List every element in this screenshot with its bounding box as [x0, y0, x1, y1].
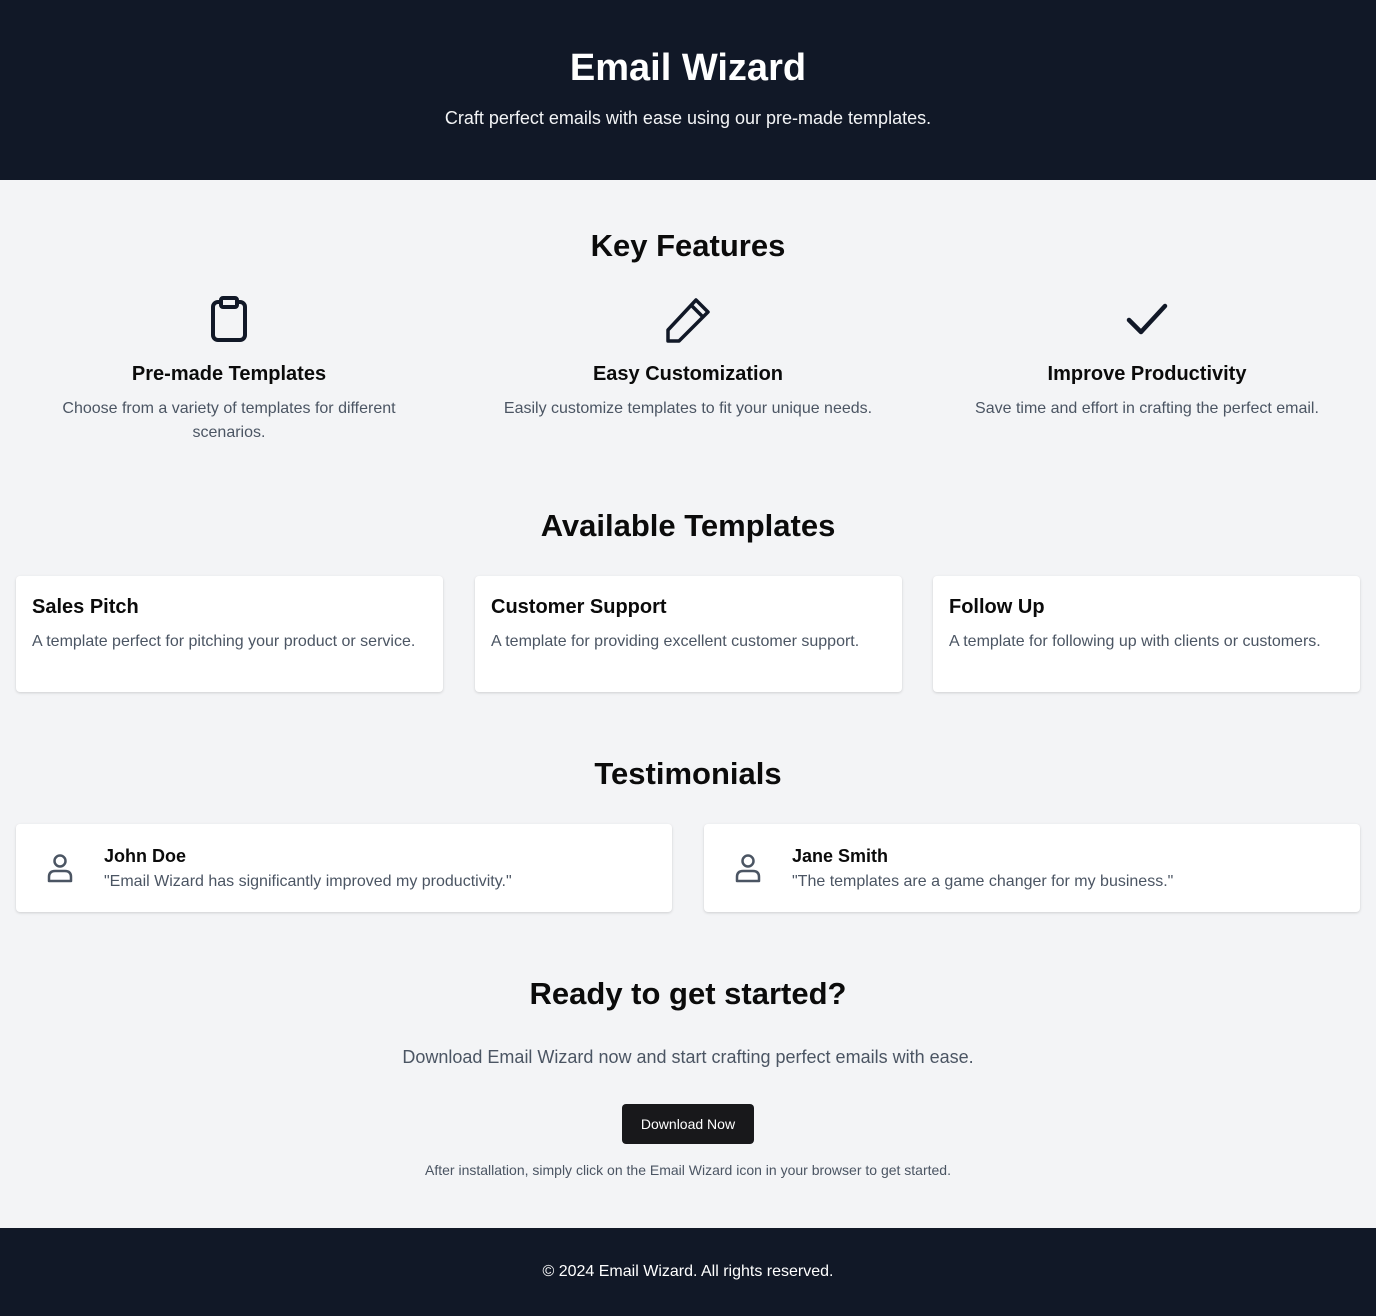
testimonial-name: John Doe — [104, 846, 187, 866]
testimonial-card: Jane Smith "The templates are a game cha… — [704, 824, 1360, 912]
user-icon — [735, 854, 761, 883]
template-description: A template for providing excellent custo… — [491, 633, 860, 650]
feature-description: Easily customize templates to fit your u… — [503, 400, 873, 417]
feature-easy-customization: Easy Customization Easily customize temp… — [473, 292, 903, 421]
feature-description: Choose from a variety of templates for d… — [62, 400, 396, 441]
download-now-button[interactable]: Download Now — [622, 1104, 754, 1144]
template-description: A template for following up with clients… — [949, 633, 1321, 650]
cta-heading: Ready to get started? — [529, 976, 847, 1011]
testimonials-heading: Testimonials — [594, 756, 782, 791]
app-tagline: Craft perfect emails with ease using our… — [444, 108, 932, 128]
feature-title: Easy Customization — [592, 363, 784, 385]
template-title: Customer Support — [491, 596, 667, 618]
app-title: Email Wizard — [569, 47, 807, 89]
template-card-customer-support[interactable]: Customer Support A template for providin… — [475, 576, 902, 692]
feature-description: Save time and effort in crafting the per… — [975, 400, 1319, 417]
user-icon — [47, 854, 73, 883]
check-icon — [1126, 303, 1168, 335]
template-description: A template perfect for pitching your pro… — [32, 633, 416, 650]
feature-improve-productivity: Improve Productivity Save time and effor… — [932, 292, 1362, 421]
testimonial-quote: "Email Wizard has significantly improved… — [104, 873, 512, 890]
testimonial-card: John Doe "Email Wizard has significantly… — [16, 824, 672, 912]
pencil-icon — [666, 298, 710, 343]
install-note: After installation, simply click on the … — [425, 1162, 951, 1178]
feature-title: Pre-made Templates — [131, 363, 327, 385]
copyright-text: © 2024 Email Wizard. All rights reserved… — [542, 1263, 834, 1280]
feature-title: Improve Productivity — [1047, 363, 1247, 385]
page-header: Email Wizard Craft perfect emails with e… — [0, 0, 1376, 180]
features-heading: Key Features — [590, 228, 786, 263]
template-card-sales-pitch[interactable]: Sales Pitch A template perfect for pitch… — [16, 576, 443, 692]
page-footer: © 2024 Email Wizard. All rights reserved… — [0, 1228, 1376, 1316]
template-title: Follow Up — [949, 596, 1045, 618]
testimonial-quote: "The templates are a game changer for my… — [792, 873, 1174, 890]
testimonial-name: Jane Smith — [792, 846, 889, 866]
template-card-follow-up[interactable]: Follow Up A template for following up wi… — [933, 576, 1360, 692]
feature-premade-templates: Pre-made Templates Choose from a variety… — [14, 292, 444, 445]
cta-subtitle: Download Email Wizard now and start craf… — [402, 1047, 974, 1067]
template-title: Sales Pitch — [32, 596, 139, 618]
templates-heading: Available Templates — [540, 508, 836, 543]
clipboard-icon — [211, 296, 247, 342]
